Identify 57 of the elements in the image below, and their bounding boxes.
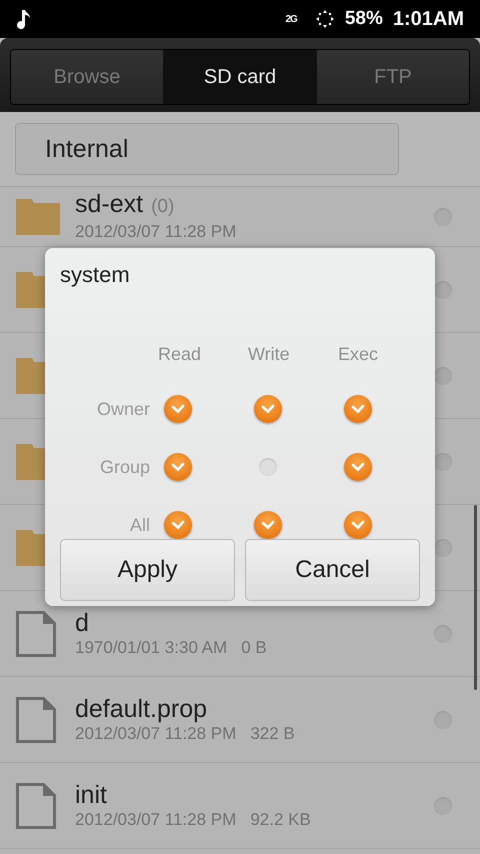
select-radio[interactable] bbox=[434, 280, 452, 298]
column-header: Write bbox=[248, 344, 290, 365]
select-radio[interactable] bbox=[434, 624, 452, 642]
checkbox[interactable] bbox=[164, 453, 192, 481]
row-label: Group bbox=[100, 456, 151, 478]
checkbox[interactable] bbox=[254, 511, 282, 539]
checkbox[interactable] bbox=[259, 458, 277, 476]
checkbox[interactable] bbox=[344, 511, 372, 539]
file-date: 2012/03/07 11:28 PM bbox=[75, 722, 236, 744]
dialog-button[interactable]: Cancel bbox=[245, 539, 420, 601]
network-type: 2G bbox=[285, 14, 297, 24]
select-radio[interactable] bbox=[434, 208, 452, 226]
check-icon bbox=[171, 404, 185, 414]
folder-icon bbox=[16, 198, 60, 234]
path-dropdown[interactable]: Internal bbox=[15, 123, 399, 175]
checkbox[interactable] bbox=[164, 395, 192, 423]
checkbox[interactable] bbox=[164, 511, 192, 539]
file-date: 2012/03/07 11:28 PM bbox=[75, 221, 236, 243]
file-size: 92.2 KB bbox=[250, 808, 311, 830]
row-label: Owner bbox=[96, 398, 151, 420]
music-note-icon bbox=[16, 8, 32, 30]
select-radio[interactable] bbox=[434, 366, 452, 384]
file-name: init bbox=[75, 780, 107, 808]
check-icon bbox=[261, 520, 275, 530]
file-name: d bbox=[75, 608, 89, 636]
checkbox[interactable] bbox=[344, 395, 372, 423]
data-arrows-icon bbox=[314, 9, 335, 29]
column-header: Read bbox=[158, 344, 202, 365]
check-icon bbox=[351, 462, 365, 472]
clock: 1:01AM bbox=[392, 8, 464, 30]
select-radio[interactable] bbox=[434, 452, 452, 470]
item-count: (0) bbox=[151, 195, 174, 219]
row-label: All bbox=[130, 514, 151, 536]
check-icon bbox=[351, 404, 365, 414]
select-radio[interactable] bbox=[434, 710, 452, 728]
tab[interactable]: SD card bbox=[163, 50, 316, 104]
check-icon bbox=[171, 462, 185, 472]
select-radio[interactable] bbox=[434, 538, 452, 556]
checkbox[interactable] bbox=[254, 395, 282, 423]
column-header: Exec bbox=[338, 344, 378, 365]
check-icon bbox=[351, 520, 365, 530]
file-size: 322 B bbox=[250, 722, 295, 744]
file-date: 2012/03/07 11:28 PM bbox=[75, 808, 236, 830]
file-icon bbox=[16, 696, 56, 742]
file-icon bbox=[16, 610, 56, 656]
select-radio[interactable] bbox=[434, 796, 452, 814]
check-icon bbox=[171, 520, 185, 530]
check-icon bbox=[261, 404, 275, 414]
dialog-button[interactable]: Apply bbox=[60, 539, 235, 601]
checkbox[interactable] bbox=[344, 453, 372, 481]
battery-level: 58% bbox=[344, 8, 383, 30]
file-date: 1970/01/01 3:30 AM bbox=[75, 636, 228, 658]
file-size: 0 B bbox=[241, 636, 267, 658]
file-name: default.prop bbox=[75, 694, 208, 722]
file-icon bbox=[16, 782, 56, 828]
dialog-title: system bbox=[60, 262, 131, 288]
file-name: sd-ext bbox=[75, 190, 144, 218]
